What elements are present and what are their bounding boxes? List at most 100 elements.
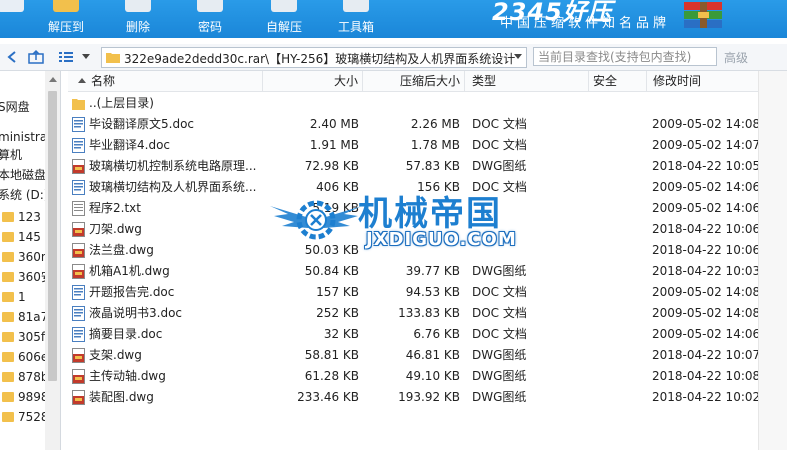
file-row[interactable]: 液晶说明书3.doc 252 KB 133.83 KB DOC 文档 2009-05-0… xyxy=(68,303,758,324)
tree-item[interactable]: 算机 xyxy=(0,145,22,165)
parent-directory-row[interactable]: ..(上层目录) xyxy=(68,93,758,114)
dwg-icon xyxy=(72,159,85,174)
file-size: 233.46 KB xyxy=(297,390,359,404)
file-modified: 2009-05-02 14:07 xyxy=(652,138,758,152)
file-type: DWG图纸 xyxy=(472,390,527,404)
file-name: 法兰盘.dwg xyxy=(89,243,154,257)
column-header-compressed[interactable]: 压缩后大小 xyxy=(363,71,465,91)
file-name: 刀架.dwg xyxy=(89,222,142,236)
folder-icon xyxy=(106,53,120,63)
doc-icon xyxy=(72,138,85,153)
tree-item-label: 1 xyxy=(18,290,26,304)
file-row[interactable]: 机箱A1机.dwg 50.84 KB 39.77 KB DWG图纸 2018-04-22… xyxy=(68,261,758,282)
file-row[interactable]: 装配图.dwg 233.46 KB 193.92 KB DWG图纸 2018-04-22… xyxy=(68,387,758,408)
file-modified: 2018-04-22 10:08 xyxy=(652,369,758,383)
file-size: 72.98 KB xyxy=(304,159,359,173)
password-label: 密码 xyxy=(197,20,222,34)
tree-item[interactable]: 145 xyxy=(2,227,41,247)
address-bar-row: 322e9ade2dedd30c.rar\【HY-256】玻璃横切结构及人机界面… xyxy=(0,44,787,71)
address-path-text: 322e9ade2dedd30c.rar\【HY-256】玻璃横切结构及人机界面… xyxy=(124,52,516,66)
file-row[interactable]: 开题报告完.doc 157 KB 94.53 KB DOC 文档 2009-05-02 … xyxy=(68,282,758,303)
file-modified: 2018-04-22 10:02 xyxy=(652,390,758,404)
list-right-edge xyxy=(758,71,787,450)
folder-icon xyxy=(2,372,14,382)
toolbar-button-partial[interactable] xyxy=(0,0,24,38)
dwg-icon xyxy=(72,243,85,258)
file-size: 1.91 MB xyxy=(309,138,359,152)
file-type: DWG图纸 xyxy=(472,264,527,278)
doc-icon xyxy=(72,285,85,300)
file-row[interactable]: 毕业翻译4.doc 1.91 MB 1.78 MB DOC 文档 2009-05-02 … xyxy=(68,135,758,156)
scroll-up-icon[interactable] xyxy=(49,77,57,82)
file-name: 毕设翻译原文5.doc xyxy=(89,117,195,131)
file-row[interactable]: 摘要目录.doc 32 KB 6.76 KB DOC 文档 2009-05-02 14:… xyxy=(68,324,758,345)
file-compressed-size: 39.77 KB xyxy=(405,264,460,278)
tree-item[interactable]: S网盘 xyxy=(0,97,30,117)
file-size: 252 KB xyxy=(316,306,359,320)
tree-scrollbar[interactable] xyxy=(45,71,60,450)
file-row[interactable]: 玻璃横切机控制系统电路原理... 72.98 KB 57.83 KB DWG图纸 201… xyxy=(68,156,758,177)
column-header-size[interactable]: 大小 xyxy=(263,71,363,91)
search-input[interactable]: 当前目录查找(支持包内查找) xyxy=(533,47,717,66)
sort-ascending-icon xyxy=(78,78,86,83)
file-row[interactable]: 主传动轴.dwg 61.28 KB 49.10 KB DWG图纸 2018-04-22 … xyxy=(68,366,758,387)
file-modified: 2009-05-02 14:08 xyxy=(652,285,758,299)
tree-item[interactable]: 123 xyxy=(2,207,41,227)
tree-item-label: S网盘 xyxy=(0,100,30,114)
folder-icon xyxy=(2,392,14,402)
view-dropdown-icon[interactable] xyxy=(82,54,90,59)
folder-icon xyxy=(2,272,14,282)
file-compressed-size: 46.81 KB xyxy=(405,348,460,362)
file-row[interactable]: 毕设翻译原文5.doc 2.40 MB 2.26 MB DOC 文档 2009-05-0… xyxy=(68,114,758,135)
file-row[interactable]: 支架.dwg 58.81 KB 46.81 KB DWG图纸 2018-04-22 10… xyxy=(68,345,758,366)
column-header-name[interactable]: 名称 xyxy=(68,71,263,91)
delete-button[interactable]: 删除 xyxy=(112,0,164,38)
txt-icon xyxy=(72,201,85,216)
dwg-icon xyxy=(72,348,85,363)
back-arrow-icon[interactable] xyxy=(4,49,20,65)
folder-icon xyxy=(72,99,85,110)
tree-item[interactable]: 1 xyxy=(2,287,26,307)
view-list-icon[interactable] xyxy=(58,49,74,65)
self-extract-button[interactable]: 自解压 xyxy=(256,0,312,38)
delete-label: 删除 xyxy=(125,20,150,34)
tree-item-label: 本地磁盘 xyxy=(0,168,47,182)
file-modified: 2018-04-22 10:07 xyxy=(652,348,758,362)
watermark: 机械帝国 JXDIGUO.COM xyxy=(268,186,548,262)
file-size: 157 KB xyxy=(316,285,359,299)
address-path-field[interactable]: 322e9ade2dedd30c.rar\【HY-256】玻璃横切结构及人机界面… xyxy=(101,47,527,68)
file-type: DOC 文档 xyxy=(472,117,527,131)
file-name: 装配图.dwg xyxy=(89,390,154,404)
folder-icon xyxy=(2,412,14,422)
tree-item[interactable]: 本地磁盘 xyxy=(0,165,46,185)
doc-icon xyxy=(72,117,85,132)
brand-logo-icon xyxy=(684,2,722,28)
file-compressed-size: 133.83 KB xyxy=(398,306,460,320)
column-header-row: 名称 大小 压缩后大小 类型 安全 修改时间 xyxy=(68,71,758,92)
column-header-type[interactable]: 类型 xyxy=(465,71,589,91)
tree-item-label: 123 xyxy=(18,210,41,224)
toolbox-button[interactable]: 工具箱 xyxy=(328,0,384,38)
tree-item[interactable]: 系统 (D:) xyxy=(0,185,48,205)
file-size: 2.40 MB xyxy=(309,117,359,131)
file-name: 毕业翻译4.doc xyxy=(89,138,171,152)
folder-icon xyxy=(53,0,79,12)
column-header-security[interactable]: 安全 xyxy=(589,71,647,91)
folder-icon xyxy=(2,292,14,302)
up-folder-icon[interactable] xyxy=(28,49,44,65)
address-dropdown-icon[interactable] xyxy=(514,54,522,59)
file-size: 58.81 KB xyxy=(304,348,359,362)
file-type: DOC 文档 xyxy=(472,306,527,320)
dwg-icon xyxy=(72,222,85,237)
column-header-modified[interactable]: 修改时间 xyxy=(647,71,758,91)
file-modified: 2009-05-02 14:06 xyxy=(652,201,758,215)
file-compressed-size: 1.78 MB xyxy=(410,138,460,152)
doc-icon xyxy=(72,306,85,321)
extract-to-button[interactable]: 解压到 xyxy=(40,0,92,38)
watermark-english-text: JXDIGUO.COM xyxy=(366,229,517,250)
password-button[interactable]: 密码 xyxy=(184,0,236,38)
scrollbar-thumb[interactable] xyxy=(48,91,57,381)
advanced-search-link[interactable]: 高级 xyxy=(724,49,748,66)
file-type: DWG图纸 xyxy=(472,159,527,173)
self-extract-label: 自解压 xyxy=(265,20,302,34)
